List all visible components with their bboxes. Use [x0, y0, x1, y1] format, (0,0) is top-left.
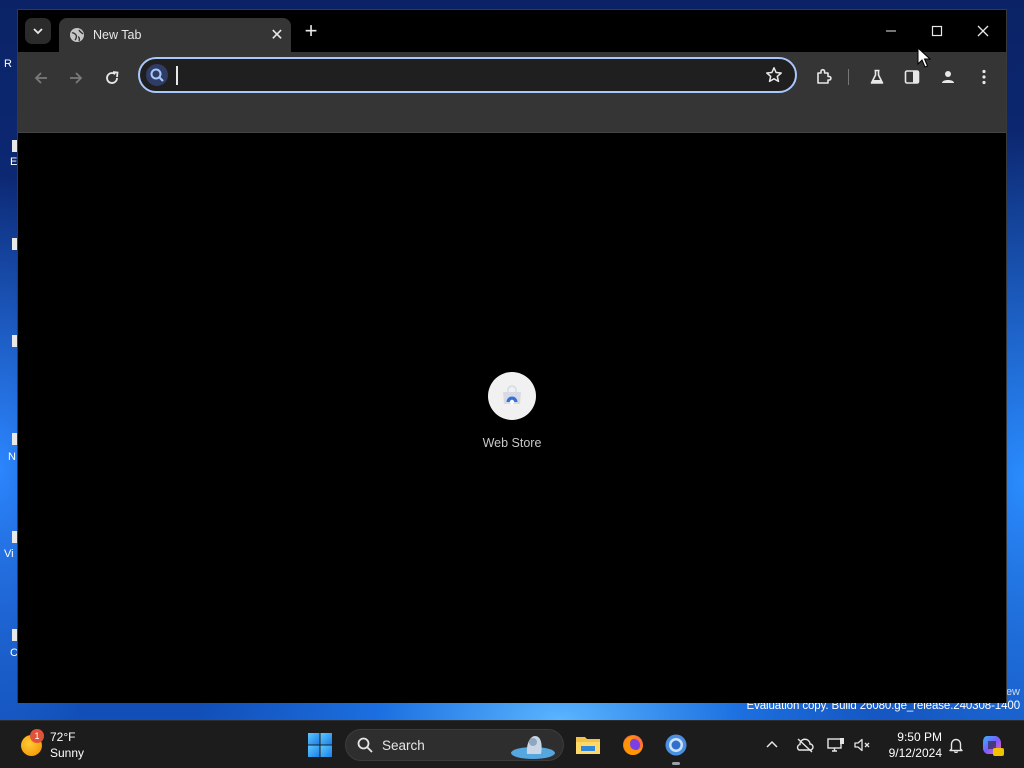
chrome-button[interactable]	[659, 729, 693, 761]
toolbar-divider	[848, 69, 849, 85]
folder-icon	[576, 737, 600, 754]
puzzle-icon	[817, 68, 832, 84]
windows-start-icon[interactable]	[306, 731, 334, 759]
chrome-icon	[665, 734, 687, 756]
search-highlight-icon	[511, 736, 555, 759]
shortcut-label: Web Store	[482, 436, 542, 450]
search-icon	[357, 737, 373, 753]
title-bar[interactable]: New Tab ✕ +	[18, 10, 1006, 52]
watermark-fragment: ew	[1005, 686, 1020, 698]
show-hidden-icons-button[interactable]	[762, 735, 782, 755]
speaker-muted-icon	[854, 738, 870, 752]
browser-window: New Tab ✕ + Web Store	[17, 9, 1007, 703]
text-caret	[176, 66, 178, 85]
close-window-button[interactable]	[960, 10, 1006, 52]
side-panel-icon	[904, 70, 920, 84]
close-icon	[977, 25, 989, 37]
volume-status[interactable]	[852, 735, 872, 755]
tab-search-button[interactable]	[25, 18, 51, 44]
display-icon	[827, 738, 844, 752]
clock-date: 9/12/2024	[888, 746, 942, 760]
network-status[interactable]	[826, 735, 846, 755]
arrow-right-icon	[70, 72, 83, 84]
mouse-cursor-icon	[917, 47, 931, 68]
system-clock[interactable]: 9:50 PM 9/12/2024	[876, 729, 942, 761]
chevron-down-icon	[33, 28, 43, 35]
browser-toolbar	[18, 52, 1006, 133]
onedrive-status[interactable]	[795, 735, 815, 755]
desktop-label-fragment: R	[4, 58, 12, 70]
address-bar[interactable]	[138, 57, 797, 93]
new-tab-button[interactable]: +	[299, 20, 323, 44]
tab-title: New Tab	[93, 28, 142, 42]
weather-widget[interactable]: 1 72°F Sunny	[18, 729, 118, 761]
active-app-indicator	[672, 762, 680, 765]
weather-temperature: 72°F	[50, 730, 76, 744]
minimize-button[interactable]	[868, 10, 914, 52]
globe-icon	[70, 28, 84, 42]
shortcut-web-store[interactable]: Web Store	[465, 372, 559, 472]
taskbar: 1 72°F Sunny Search 9:50 PM 9/12/2024	[0, 720, 1024, 768]
address-input[interactable]	[174, 65, 734, 87]
bookmark-star-icon[interactable]	[765, 66, 783, 84]
firefox-button[interactable]	[616, 729, 650, 761]
reload-icon	[106, 71, 119, 84]
forward-button[interactable]	[62, 64, 90, 92]
taskbar-search[interactable]: Search	[345, 729, 564, 761]
firefox-icon	[623, 735, 643, 755]
web-store-icon	[503, 385, 521, 405]
notifications-button[interactable]	[946, 735, 966, 755]
file-explorer-button[interactable]	[571, 729, 605, 761]
profile-button[interactable]	[936, 65, 960, 89]
back-button[interactable]	[27, 64, 55, 92]
reload-button[interactable]	[98, 64, 126, 92]
extensions-button[interactable]	[812, 65, 836, 89]
close-tab-icon[interactable]: ✕	[263, 25, 291, 45]
tab-new-tab[interactable]: New Tab ✕	[59, 18, 291, 52]
weather-condition: Sunny	[50, 746, 85, 760]
clock-time: 9:50 PM	[897, 730, 942, 744]
labs-button[interactable]	[865, 65, 889, 89]
copilot-icon[interactable]	[980, 733, 1004, 757]
shortcut-tile[interactable]	[488, 372, 536, 420]
arrow-left-icon	[34, 72, 47, 84]
flask-icon	[870, 69, 884, 84]
maximize-icon	[931, 25, 943, 37]
chevron-up-icon	[766, 740, 778, 748]
desktop-label-fragment: Vi	[4, 548, 14, 560]
notification-badge: 1	[30, 729, 44, 743]
cloud-off-icon	[796, 738, 814, 753]
bell-icon	[949, 738, 963, 753]
more-vertical-icon	[982, 69, 986, 85]
maximize-button[interactable]	[914, 10, 960, 52]
menu-button[interactable]	[972, 65, 996, 89]
new-tab-page: Web Store	[18, 134, 1006, 703]
person-icon	[942, 71, 954, 83]
desktop-label-fragment: N	[8, 451, 16, 463]
minimize-icon	[886, 30, 896, 32]
search-icon	[146, 64, 168, 86]
taskbar-search-label: Search	[382, 738, 425, 753]
